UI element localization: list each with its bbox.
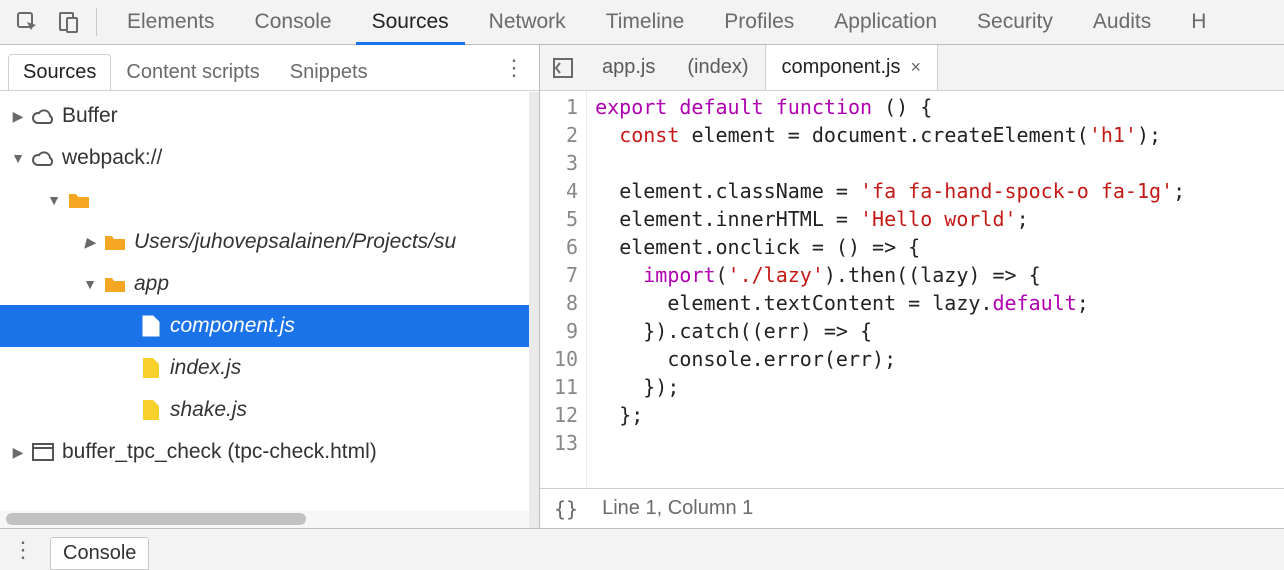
js-file-icon xyxy=(138,355,164,381)
tree-label: shake.js xyxy=(170,398,247,422)
devtools-main-tabs: Elements Console Sources Network Timelin… xyxy=(0,0,1284,45)
file-tree: ▶ Buffer ▼ webpack:// ▼ ▶ xyxy=(0,91,539,510)
subtab-snippets[interactable]: Snippets xyxy=(275,54,383,90)
file-icon xyxy=(138,313,164,339)
line-gutter: 12345678910111213 xyxy=(540,91,587,488)
tab-profiles[interactable]: Profiles xyxy=(704,0,814,44)
tab-application[interactable]: Application xyxy=(814,0,957,44)
editor-tab-index[interactable]: (index) xyxy=(671,45,764,90)
chevron-down-icon: ▼ xyxy=(82,276,98,292)
frame-icon xyxy=(30,439,56,465)
tab-elements[interactable]: Elements xyxy=(107,0,235,44)
cloud-icon xyxy=(30,103,56,129)
folder-icon xyxy=(102,229,128,255)
navigator-more-icon[interactable]: ⋮ xyxy=(499,53,529,83)
editor-panel: app.js (index) component.js × 1234567891… xyxy=(540,45,1284,528)
close-icon[interactable]: × xyxy=(910,57,921,78)
tree-label: Buffer xyxy=(62,104,118,128)
tree-label: component.js xyxy=(170,314,295,338)
tree-folder-app[interactable]: ▼ app xyxy=(0,263,539,305)
code-content[interactable]: export default function () { const eleme… xyxy=(587,91,1185,488)
tree-file-index[interactable]: index.js xyxy=(0,347,539,389)
device-toolbar-icon[interactable] xyxy=(48,1,90,43)
folder-icon xyxy=(66,187,92,213)
pretty-print-icon[interactable]: {} xyxy=(554,497,578,521)
code-editor[interactable]: 12345678910111213 export default functio… xyxy=(540,91,1284,488)
cursor-position: Line 1, Column 1 xyxy=(602,497,753,520)
chevron-right-icon: ▶ xyxy=(10,444,26,461)
editor-status-bar: {} Line 1, Column 1 xyxy=(540,488,1284,528)
subtab-sources[interactable]: Sources xyxy=(8,54,111,90)
tree-file-shake[interactable]: shake.js xyxy=(0,389,539,431)
navigator-toggle-icon[interactable] xyxy=(540,45,586,91)
chevron-down-icon: ▼ xyxy=(10,150,26,166)
editor-tab-label: app.js xyxy=(602,56,655,79)
subtab-content-scripts[interactable]: Content scripts xyxy=(111,54,274,90)
chevron-right-icon: ▶ xyxy=(10,108,26,125)
tree-domain-webpack[interactable]: ▼ webpack:// xyxy=(0,137,539,179)
tree-file-component[interactable]: component.js xyxy=(0,305,539,347)
tab-security[interactable]: Security xyxy=(957,0,1073,44)
navigator-subtabs: Sources Content scripts Snippets ⋮ xyxy=(0,45,539,91)
tab-console[interactable]: Console xyxy=(235,0,352,44)
tab-audits[interactable]: Audits xyxy=(1073,0,1171,44)
scrollbar-thumb[interactable] xyxy=(6,513,306,525)
tree-folder-root[interactable]: ▼ xyxy=(0,179,539,221)
sources-navigator: Sources Content scripts Snippets ⋮ ▶ Buf… xyxy=(0,45,540,528)
main-area: Sources Content scripts Snippets ⋮ ▶ Buf… xyxy=(0,45,1284,528)
inspect-element-icon[interactable] xyxy=(6,1,48,43)
js-file-icon xyxy=(138,397,164,423)
editor-tab-app[interactable]: app.js xyxy=(586,45,671,90)
tree-domain-buffer[interactable]: ▶ Buffer xyxy=(0,95,539,137)
tab-network[interactable]: Network xyxy=(469,0,586,44)
drawer-more-icon[interactable]: ⋮ xyxy=(6,533,40,567)
chevron-down-icon: ▼ xyxy=(46,192,62,208)
tree-label: Users/juhovepsalainen/Projects/su xyxy=(134,230,456,254)
chevron-right-icon: ▶ xyxy=(82,234,98,251)
tab-overflow[interactable]: H xyxy=(1171,0,1226,44)
tab-divider xyxy=(96,8,97,36)
cloud-icon xyxy=(30,145,56,171)
editor-tab-label: component.js xyxy=(782,56,901,79)
horizontal-scrollbar[interactable] xyxy=(0,510,539,528)
editor-tab-label: (index) xyxy=(687,56,748,79)
tree-folder-users[interactable]: ▶ Users/juhovepsalainen/Projects/su xyxy=(0,221,539,263)
drawer-tab-console[interactable]: Console xyxy=(50,537,149,570)
folder-icon xyxy=(102,271,128,297)
tree-label: index.js xyxy=(170,356,241,380)
tree-label: buffer_tpc_check (tpc-check.html) xyxy=(62,440,377,464)
tab-sources[interactable]: Sources xyxy=(352,0,469,44)
tree-frame-buffer-tpc[interactable]: ▶ buffer_tpc_check (tpc-check.html) xyxy=(0,431,539,473)
tab-timeline[interactable]: Timeline xyxy=(586,0,705,44)
editor-tab-bar: app.js (index) component.js × xyxy=(540,45,1284,91)
tree-label: webpack:// xyxy=(62,146,162,170)
tree-label: app xyxy=(134,272,169,296)
editor-tab-component[interactable]: component.js × xyxy=(765,45,938,90)
drawer-bar: ⋮ Console xyxy=(0,528,1284,570)
